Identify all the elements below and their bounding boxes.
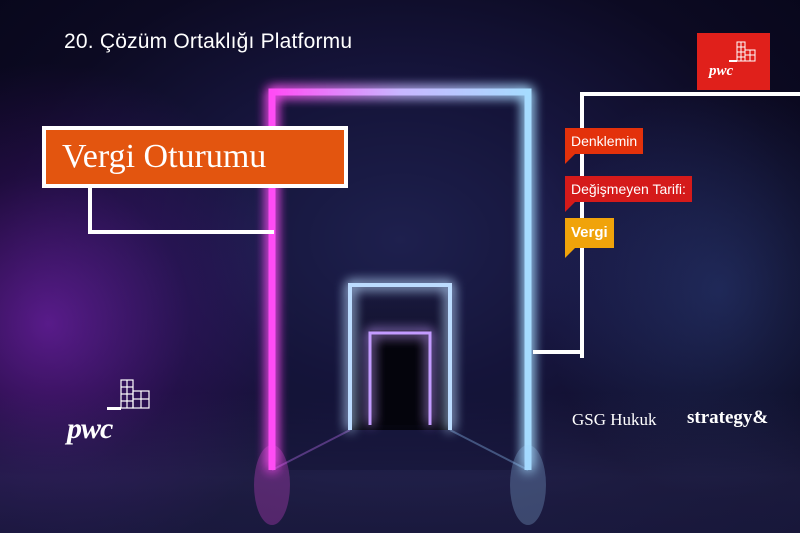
pwc-logo-top: pwc <box>697 33 770 90</box>
gsg-hukuk-logo: GSG Hukuk <box>572 410 657 429</box>
tag-vergi: Vergi <box>565 218 614 258</box>
banner: 20. Çözüm Ortaklığı Platformu Vergi Otur… <box>0 0 800 533</box>
corridor-end <box>370 330 430 425</box>
strategy-logo: strategy& <box>687 407 769 428</box>
tag-degismeyen-tarifi: Değişmeyen Tarifi: <box>565 176 692 212</box>
pwc-logo-bottom: pwc <box>65 378 165 448</box>
pwc-wordmark-top: pwc <box>709 63 734 79</box>
event-title: 20. Çözüm Ortaklığı Platformu <box>64 30 353 53</box>
pwc-wordmark-bottom: pwc <box>67 412 113 445</box>
pwc-building-icon <box>729 41 756 62</box>
session-title-box: Vergi Oturumu <box>42 126 348 188</box>
tag-denklemin: Denklemin <box>565 128 644 164</box>
pwc-building-icon <box>107 379 150 410</box>
tag-frame-line-bottom <box>533 350 584 354</box>
session-title: Vergi Oturumu <box>46 130 344 184</box>
